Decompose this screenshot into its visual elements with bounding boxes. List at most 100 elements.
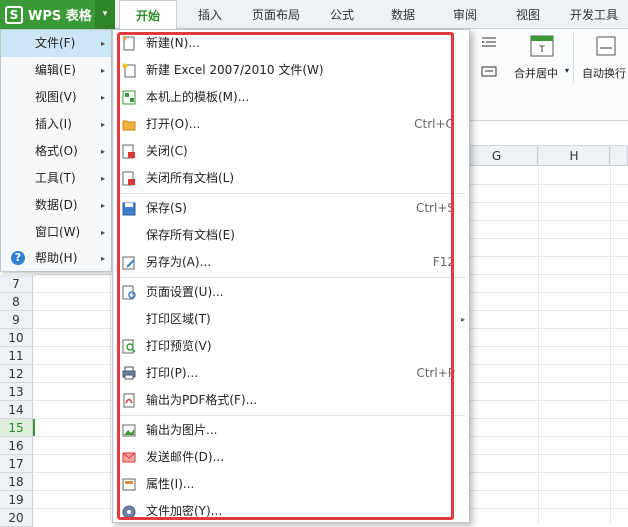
dropdown-arrow-icon[interactable]: ▾ [95, 0, 115, 29]
wps-app-menu-button[interactable]: S WPS 表格 ▾ [0, 0, 115, 29]
close-all-icon [122, 171, 135, 186]
menu-item-close[interactable]: 关闭(C) [113, 138, 469, 165]
folder-open-icon [122, 120, 136, 131]
svg-text:T: T [538, 45, 545, 55]
menu-item-edit[interactable]: 编辑(E) ▸ [1, 57, 111, 84]
menu-item-open[interactable]: 打开(O)... Ctrl+O [113, 111, 469, 138]
menu-separator [117, 415, 465, 416]
chevron-right-icon: ▸ [460, 315, 465, 324]
row-header[interactable]: 13 [0, 383, 33, 401]
wps-logo-icon: S [5, 5, 23, 24]
row-header-selected[interactable]: 15 [0, 419, 33, 437]
properties-icon [122, 478, 136, 491]
chevron-right-icon: ▸ [100, 66, 105, 75]
menu-item-format[interactable]: 格式(O) ▸ [1, 138, 111, 165]
chevron-right-icon: ▸ [100, 39, 105, 48]
gridline [110, 275, 111, 523]
new-doc-icon [122, 36, 135, 51]
page-setup-icon [122, 285, 136, 300]
row-header[interactable]: 10 [0, 329, 33, 347]
menu-separator [117, 193, 465, 194]
mail-icon [122, 452, 136, 463]
menu-item-close-all[interactable]: 关闭所有文档(L) [113, 165, 469, 192]
title-bar: S WPS 表格 ▾ 开始 插入 页面布局 公式 数据 审阅 视图 开发工具 [0, 0, 628, 30]
row-header[interactable]: 12 [0, 365, 33, 383]
print-preview-icon [122, 339, 136, 354]
row-header[interactable]: 9 [0, 311, 33, 329]
auto-wrap-icon[interactable] [596, 36, 616, 56]
menu-separator [117, 277, 465, 278]
menu-item-local-template[interactable]: 本机上的模板(M)... [113, 84, 469, 111]
menu-item-page-setup[interactable]: 页面设置(U)... [113, 279, 469, 306]
menu-item-new-excel[interactable]: 新建 Excel 2007/2010 文件(W) [113, 57, 469, 84]
menu-item-view[interactable]: 视图(V) ▸ [1, 84, 111, 111]
tab-home[interactable]: 开始 [119, 0, 177, 30]
tab-insert[interactable]: 插入 [183, 0, 237, 29]
row-header[interactable]: 16 [0, 437, 33, 455]
close-doc-icon [122, 144, 135, 159]
menu-item-print-preview[interactable]: 打印预览(V) [113, 333, 469, 360]
encrypt-icon [122, 505, 136, 519]
chevron-right-icon: ▸ [100, 201, 105, 210]
tab-page-layout[interactable]: 页面布局 [245, 0, 307, 29]
menu-item-print-area[interactable]: 打印区域(T) ▸ [113, 306, 469, 333]
printer-icon [122, 366, 136, 380]
tab-view[interactable]: 视图 [503, 0, 553, 29]
chevron-right-icon: ▸ [100, 228, 105, 237]
chevron-right-icon: ▸ [100, 147, 105, 156]
menu-item-send-mail[interactable]: 发送邮件(D)... [113, 444, 469, 471]
chevron-right-icon: ▸ [100, 93, 105, 102]
menu-item-file[interactable]: 文件(F) ▸ [1, 30, 111, 57]
align-indent-icon[interactable] [480, 35, 498, 51]
menu-item-insert[interactable]: 插入(I) ▸ [1, 111, 111, 138]
merge-center-icon[interactable]: T [530, 35, 554, 57]
pdf-icon [123, 393, 135, 408]
menu-item-window[interactable]: 窗口(W) ▸ [1, 219, 111, 246]
tab-review[interactable]: 审阅 [440, 0, 490, 29]
menu-item-encrypt[interactable]: 文件加密(Y)... [113, 498, 469, 525]
menu-item-tools[interactable]: 工具(T) ▸ [1, 165, 111, 192]
menu-item-save[interactable]: 保存(S) Ctrl+S [113, 195, 469, 222]
menu-item-save-as[interactable]: 另存为(A)... F12 [113, 249, 469, 276]
save-icon [122, 202, 136, 216]
column-header-h[interactable]: H [538, 146, 610, 166]
row-header[interactable]: 20 [0, 509, 33, 527]
row-header[interactable]: 11 [0, 347, 33, 365]
ribbon-panel: T 合并居中 ▾ 自动换行 [455, 29, 628, 121]
app-main-menu: 文件(F) ▸ 编辑(E) ▸ 视图(V) ▸ 插入(I) ▸ 格式(O) ▸ … [0, 29, 112, 272]
row-header[interactable]: 19 [0, 491, 33, 509]
chevron-right-icon: ▸ [100, 120, 105, 129]
ribbon-divider [573, 33, 574, 83]
help-icon: ? [11, 251, 25, 265]
row-header[interactable]: 7 [0, 275, 33, 293]
merge-center-label[interactable]: 合并居中 [514, 65, 558, 81]
menu-item-properties[interactable]: 属性(I)... [113, 471, 469, 498]
template-icon [122, 90, 136, 105]
merge-center-arrow-icon[interactable]: ▾ [565, 66, 569, 75]
chevron-right-icon: ▸ [100, 254, 105, 263]
row-header[interactable]: 8 [0, 293, 33, 311]
chevron-right-icon: ▸ [100, 174, 105, 183]
menu-item-data[interactable]: 数据(D) ▸ [1, 192, 111, 219]
menu-item-export-pdf[interactable]: 输出为PDF格式(F)... [113, 387, 469, 414]
menu-item-new[interactable]: 新建(N)... [113, 30, 469, 57]
menu-item-export-image[interactable]: 输出为图片... [113, 417, 469, 444]
menu-item-save-all[interactable]: 保存所有文档(E) [113, 222, 469, 249]
row-header[interactable]: 17 [0, 455, 33, 473]
app-title: WPS 表格 [28, 9, 92, 24]
tab-formula[interactable]: 公式 [317, 0, 367, 29]
file-submenu: 新建(N)... 新建 Excel 2007/2010 文件(W) 本机上的模板… [112, 29, 470, 523]
tab-developer[interactable]: 开发工具 [563, 0, 625, 29]
selected-cell-marker [33, 419, 35, 437]
tab-data[interactable]: 数据 [378, 0, 428, 29]
row-header[interactable]: 18 [0, 473, 33, 491]
menu-item-help[interactable]: ? 帮助(H) ▸ [1, 245, 111, 272]
row-header[interactable]: 14 [0, 401, 33, 419]
auto-wrap-label[interactable]: 自动换行 [582, 65, 626, 81]
save-as-icon [122, 256, 135, 270]
new-excel-icon [122, 63, 136, 78]
wrap-indent-icon[interactable] [480, 64, 498, 78]
image-icon [122, 424, 136, 437]
column-header-next[interactable] [610, 146, 628, 166]
menu-item-print[interactable]: 打印(P)... Ctrl+P [113, 360, 469, 387]
